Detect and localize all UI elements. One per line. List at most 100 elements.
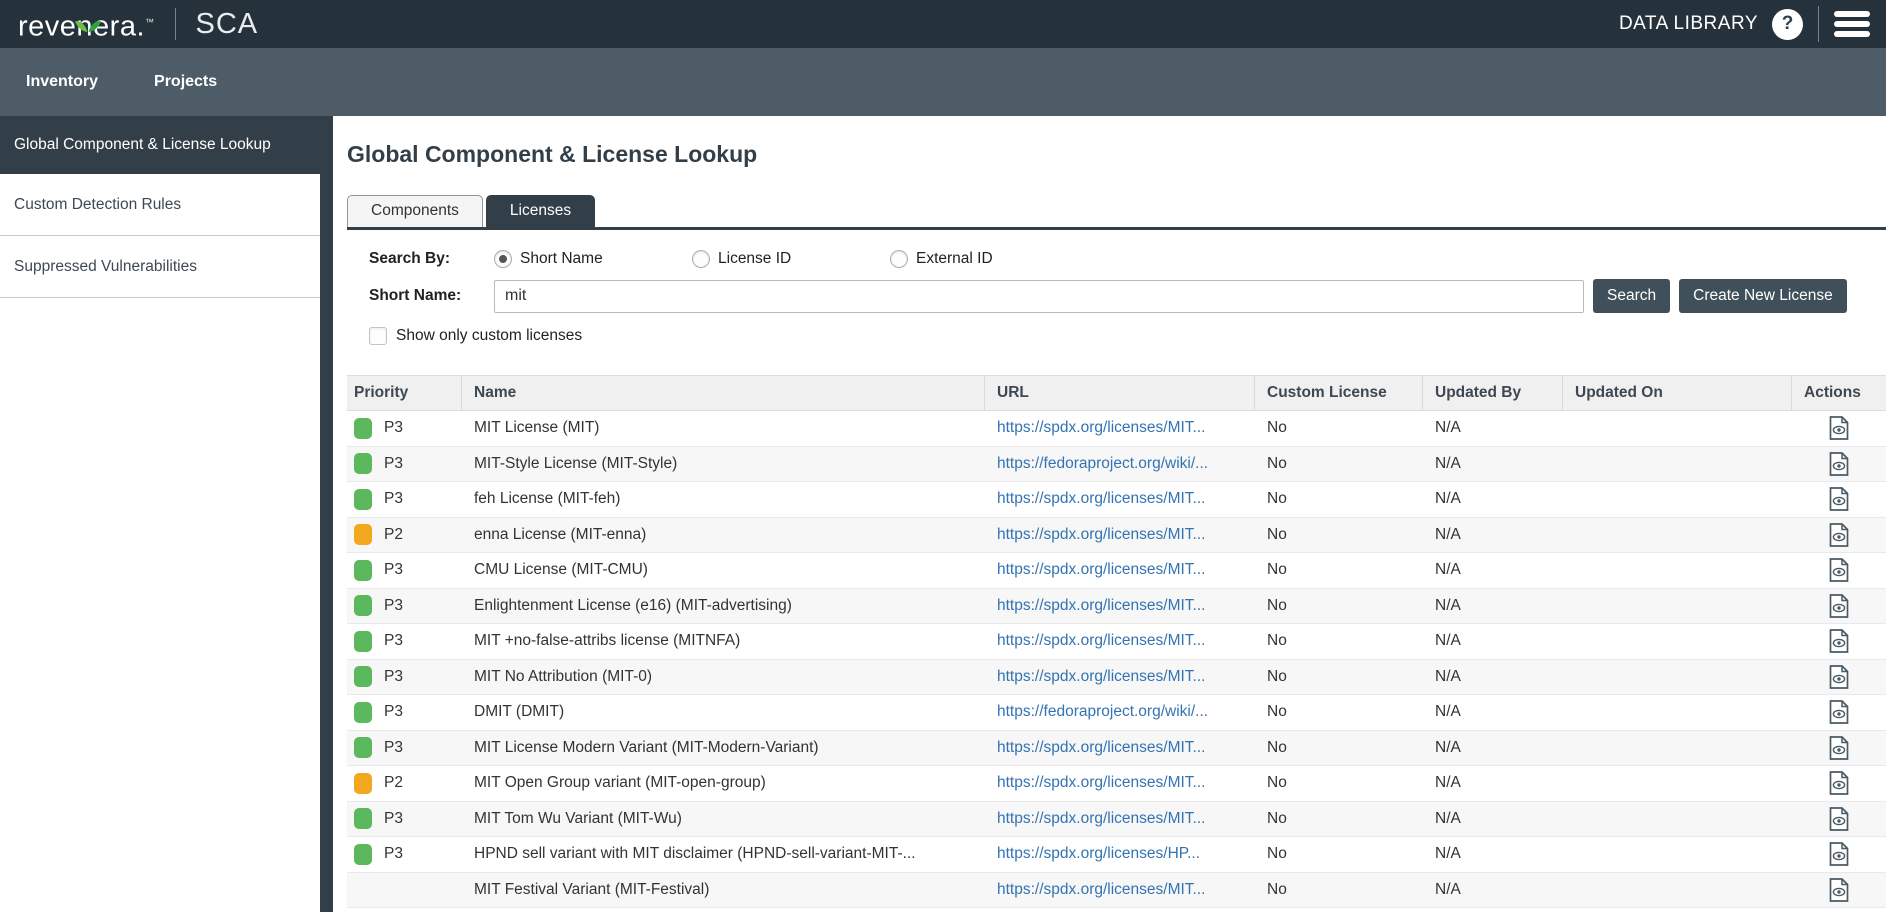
license-name: feh License (MIT-feh) xyxy=(462,490,985,508)
license-name: MIT Festival Variant (MIT-Festival) xyxy=(462,881,985,899)
priority-badge xyxy=(354,773,372,794)
custom-license-value: No xyxy=(1255,632,1423,650)
license-name: MIT Tom Wu Variant (MIT-Wu) xyxy=(462,810,985,828)
license-url-link[interactable]: https://fedoraproject.org/wiki/... xyxy=(997,703,1208,721)
sidebar-item-custom-detection-rules[interactable]: Custom Detection Rules xyxy=(0,174,320,236)
search-button[interactable]: Search xyxy=(1593,279,1670,313)
main-content: Global Component & License Lookup Compon… xyxy=(333,116,1886,912)
view-document-icon[interactable] xyxy=(1829,842,1849,866)
license-url-link[interactable]: https://spdx.org/licenses/MIT... xyxy=(997,774,1205,792)
column-header-custom-license[interactable]: Custom License xyxy=(1255,376,1423,410)
brand-trademark: ™ xyxy=(145,17,155,27)
priority-label: P3 xyxy=(384,561,403,579)
license-url-link[interactable]: https://spdx.org/licenses/HP... xyxy=(997,845,1200,863)
view-document-icon[interactable] xyxy=(1829,665,1849,689)
help-icon[interactable]: ? xyxy=(1772,9,1803,40)
search-by-label: Search By: xyxy=(369,250,494,268)
license-url-link[interactable]: https://fedoraproject.org/wiki/... xyxy=(997,455,1208,473)
column-header-updated-by[interactable]: Updated By xyxy=(1423,376,1563,410)
custom-license-value: No xyxy=(1255,739,1423,757)
custom-license-value: No xyxy=(1255,881,1423,899)
license-url-link[interactable]: https://spdx.org/licenses/MIT... xyxy=(997,810,1205,828)
radio-external-id[interactable]: External ID xyxy=(890,250,1088,268)
updated-by-value: N/A xyxy=(1423,703,1563,721)
custom-license-value: No xyxy=(1255,419,1423,437)
priority-label: P3 xyxy=(384,739,403,757)
license-url-link[interactable]: https://spdx.org/licenses/MIT... xyxy=(997,632,1205,650)
view-document-icon[interactable] xyxy=(1829,487,1849,511)
nav-item-inventory[interactable]: Inventory xyxy=(26,73,98,91)
license-url-link[interactable]: https://spdx.org/licenses/MIT... xyxy=(997,561,1205,579)
view-document-icon[interactable] xyxy=(1829,523,1849,547)
priority-badge xyxy=(354,844,372,865)
license-name: MIT Open Group variant (MIT-open-group) xyxy=(462,774,985,792)
column-header-name[interactable]: Name xyxy=(462,376,985,410)
license-name: MIT No Attribution (MIT-0) xyxy=(462,668,985,686)
column-header-priority[interactable]: Priority xyxy=(347,376,462,410)
priority-label: P3 xyxy=(384,597,403,615)
priority-badge xyxy=(354,418,372,439)
license-url-link[interactable]: https://spdx.org/licenses/MIT... xyxy=(997,526,1205,544)
custom-license-value: No xyxy=(1255,703,1423,721)
short-name-input[interactable] xyxy=(494,280,1584,313)
menu-icon[interactable] xyxy=(1834,9,1870,39)
tab-bar: Components Licenses xyxy=(347,195,1886,227)
data-library-link[interactable]: DATA LIBRARY xyxy=(1619,13,1758,35)
license-url-link[interactable]: https://spdx.org/licenses/MIT... xyxy=(997,668,1205,686)
license-url-link[interactable]: https://spdx.org/licenses/MIT... xyxy=(997,739,1205,757)
updated-by-value: N/A xyxy=(1423,845,1563,863)
create-new-license-button[interactable]: Create New License xyxy=(1679,279,1847,313)
license-name: MIT-Style License (MIT-Style) xyxy=(462,455,985,473)
updated-by-value: N/A xyxy=(1423,597,1563,615)
view-document-icon[interactable] xyxy=(1829,878,1849,902)
header-divider xyxy=(175,8,176,40)
view-document-icon[interactable] xyxy=(1829,629,1849,653)
table-row: P3 Enlightenment License (e16) (MIT-adve… xyxy=(347,589,1886,625)
short-name-label: Short Name: xyxy=(369,287,494,305)
show-only-custom-licenses-checkbox[interactable] xyxy=(369,327,387,345)
updated-by-value: N/A xyxy=(1423,881,1563,899)
view-document-icon[interactable] xyxy=(1829,736,1849,760)
priority-label: P3 xyxy=(384,455,403,473)
updated-by-value: N/A xyxy=(1423,455,1563,473)
tab-licenses[interactable]: Licenses xyxy=(486,195,595,227)
main-nav: Inventory Projects xyxy=(0,48,1886,116)
table-row: MIT Festival Variant (MIT-Festival) http… xyxy=(347,873,1886,909)
license-url-link[interactable]: https://spdx.org/licenses/MIT... xyxy=(997,419,1205,437)
table-row: P2 MIT Open Group variant (MIT-open-grou… xyxy=(347,766,1886,802)
revenera-leaf-icon xyxy=(75,0,101,47)
priority-label: P3 xyxy=(384,810,403,828)
table-row: P3 HPND sell variant with MIT disclaimer… xyxy=(347,837,1886,873)
view-document-icon[interactable] xyxy=(1829,416,1849,440)
table-row: P3 MIT +no-false-attribs license (MITNFA… xyxy=(347,624,1886,660)
priority-label: P3 xyxy=(384,490,403,508)
license-url-link[interactable]: https://spdx.org/licenses/MIT... xyxy=(997,490,1205,508)
view-document-icon[interactable] xyxy=(1829,700,1849,724)
nav-item-projects[interactable]: Projects xyxy=(154,73,217,91)
view-document-icon[interactable] xyxy=(1829,771,1849,795)
updated-by-value: N/A xyxy=(1423,490,1563,508)
priority-badge xyxy=(354,524,372,545)
view-document-icon[interactable] xyxy=(1829,558,1849,582)
tab-components[interactable]: Components xyxy=(347,195,483,227)
radio-license-id[interactable]: License ID xyxy=(692,250,890,268)
license-name: MIT License Modern Variant (MIT-Modern-V… xyxy=(462,739,985,757)
license-url-link[interactable]: https://spdx.org/licenses/MIT... xyxy=(997,597,1205,615)
view-document-icon[interactable] xyxy=(1829,452,1849,476)
column-header-url[interactable]: URL xyxy=(985,376,1255,410)
search-panel: Search By: Short Name License ID Externa… xyxy=(347,230,1886,345)
view-document-icon[interactable] xyxy=(1829,807,1849,831)
updated-by-value: N/A xyxy=(1423,810,1563,828)
product-name: SCA xyxy=(196,8,259,41)
table-row: P3 MIT License Modern Variant (MIT-Moder… xyxy=(347,731,1886,767)
updated-by-value: N/A xyxy=(1423,739,1563,757)
priority-badge xyxy=(354,631,372,652)
view-document-icon[interactable] xyxy=(1829,594,1849,618)
radio-icon xyxy=(890,250,908,268)
radio-short-name[interactable]: Short Name xyxy=(494,250,692,268)
license-url-link[interactable]: https://spdx.org/licenses/MIT... xyxy=(997,881,1205,899)
sidebar-item-global-component-license-lookup[interactable]: Global Component & License Lookup xyxy=(0,116,333,174)
column-header-updated-on[interactable]: Updated On xyxy=(1563,376,1792,410)
table-row: P2 enna License (MIT-enna) https://spdx.… xyxy=(347,518,1886,554)
sidebar-item-suppressed-vulnerabilities[interactable]: Suppressed Vulnerabilities xyxy=(0,236,320,298)
